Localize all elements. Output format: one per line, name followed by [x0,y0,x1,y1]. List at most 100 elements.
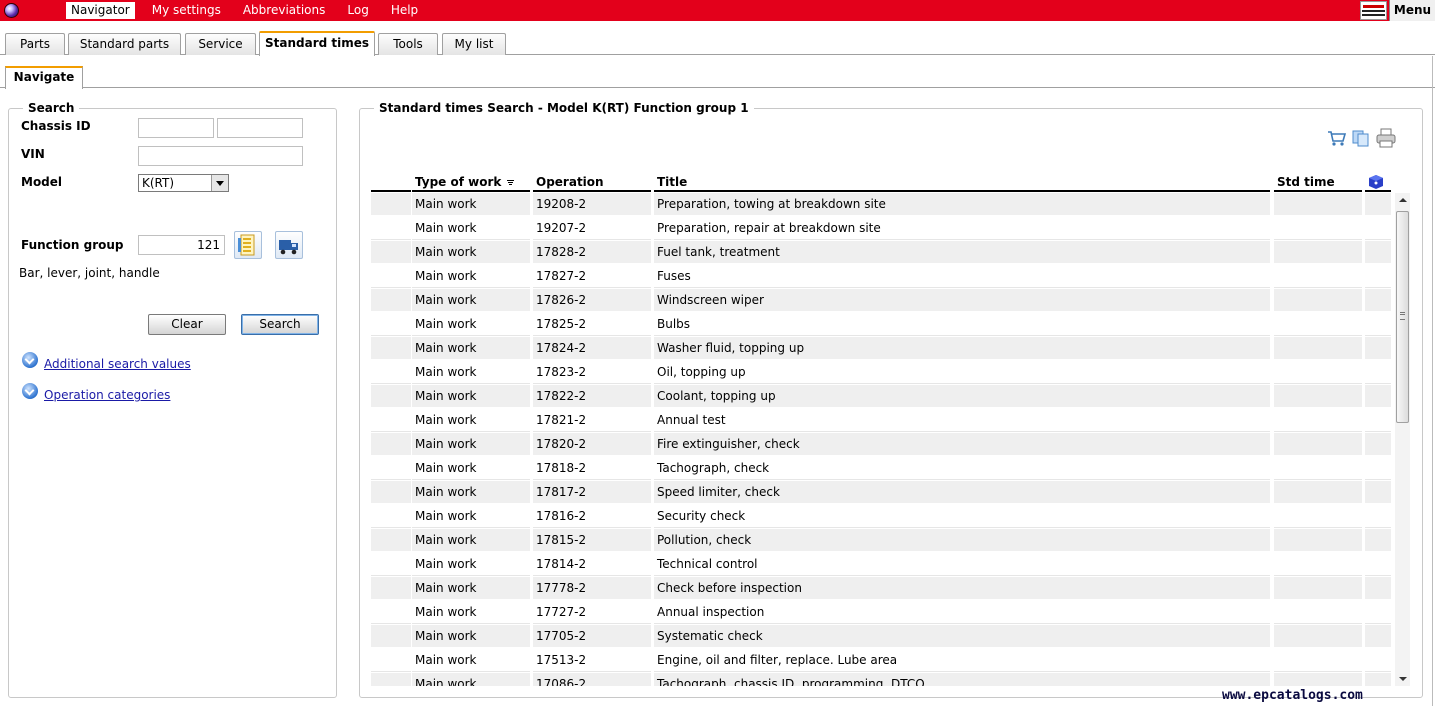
row-blank-cell [371,337,411,360]
table-row[interactable]: Main work 17826-2 Windscreen wiper [371,289,1391,313]
function-group-tree-button[interactable] [234,231,262,259]
chevron-down-icon[interactable] [211,175,228,191]
results-scrollbar[interactable] [1395,193,1410,686]
std-time-cell [1274,337,1362,360]
std-time-cell [1274,313,1362,336]
table-row[interactable]: Main work 17778-2 Check before inspection [371,577,1391,601]
menu-button[interactable]: Menu [1389,0,1435,21]
table-row[interactable]: Main work 17828-2 Fuel tank, treatment [371,241,1391,265]
cart-icon[interactable] [1327,128,1347,148]
operation-cell: 17727-2 [533,601,651,624]
type-of-work-cell: Main work [412,217,530,240]
topnav-navigator[interactable]: Navigator [66,2,135,19]
std-time-cell [1274,601,1362,624]
table-row[interactable]: Main work 17824-2 Washer fluid, topping up [371,337,1391,361]
subtab-navigate[interactable]: Navigate [5,66,83,89]
header-info[interactable] [1365,172,1391,192]
operation-cell: 19208-2 [533,193,651,216]
row-info-cell [1365,241,1391,264]
table-row[interactable]: Main work 17825-2 Bulbs [371,313,1391,337]
sort-icon [506,179,514,185]
topnav-my-settings[interactable]: My settings [147,2,226,19]
app-globe-icon[interactable] [4,3,19,18]
table-row[interactable]: Main work 17827-2 Fuses [371,265,1391,289]
tab-standard-parts[interactable]: Standard parts [68,33,181,55]
topnav-help[interactable]: Help [386,2,423,19]
search-button[interactable]: Search [241,314,319,335]
row-blank-cell [371,553,411,576]
table-row[interactable]: Main work 17815-2 Pollution, check [371,529,1391,553]
clear-button[interactable]: Clear [148,314,226,335]
table-row[interactable]: Main work 17823-2 Oil, topping up [371,361,1391,385]
topnav-log[interactable]: Log [342,2,373,19]
table-row[interactable]: Main work 17727-2 Annual inspection [371,601,1391,625]
title-cell: Engine, oil and filter, replace. Lube ar… [654,649,1270,672]
header-std-time[interactable]: Std time [1274,172,1362,192]
header-type-of-work[interactable]: Type of work [412,172,530,192]
operation-cell: 17822-2 [533,385,651,408]
std-time-cell [1274,241,1362,264]
type-of-work-cell: Main work [412,577,530,600]
std-time-cell [1274,385,1362,408]
row-info-cell [1365,577,1391,600]
model-select[interactable]: K(RT) [138,174,229,192]
chassis-id-input-1[interactable] [138,118,214,138]
tab-service[interactable]: Service [185,33,256,55]
table-row[interactable]: Main work 17822-2 Coolant, topping up [371,385,1391,409]
operation-categories-row[interactable]: Operation categories [22,380,170,402]
table-row[interactable]: Main work 17086-2 Tachograph, chassis ID, … [371,673,1391,686]
tab-standard-times[interactable]: Standard times [259,31,375,56]
expand-icon[interactable] [22,383,38,399]
table-row[interactable]: Main work 17513-2 Engine, oil and filter, … [371,649,1391,673]
vehicle-select-button[interactable] [275,231,303,259]
type-of-work-cell: Main work [412,649,530,672]
type-of-work-cell: Main work [412,409,530,432]
scroll-thumb[interactable] [1396,211,1409,423]
vin-input[interactable] [138,146,303,166]
title-cell: Tachograph, chassis ID, programming, DTC… [654,673,1270,686]
table-row[interactable]: Main work 19207-2 Preparation, repair at b… [371,217,1391,241]
model-select-value: K(RT) [142,176,175,190]
scroll-up-icon[interactable] [1395,193,1410,207]
chassis-id-input-2[interactable] [217,118,303,138]
table-row[interactable]: Main work 19208-2 Preparation, towing at b… [371,193,1391,217]
scroll-down-icon[interactable] [1395,672,1410,686]
function-group-description: Bar, lever, joint, handle [19,266,160,280]
table-row[interactable]: Main work 17821-2 Annual test [371,409,1391,433]
type-of-work-cell: Main work [412,385,530,408]
tab-tools[interactable]: Tools [378,33,438,55]
row-info-cell [1365,529,1391,552]
print-icon[interactable] [1375,128,1396,148]
type-of-work-cell: Main work [412,337,530,360]
title-cell: Coolant, topping up [654,385,1270,408]
right-border [1432,56,1433,706]
header-operation[interactable]: Operation [533,172,651,192]
folder-tree-icon [238,234,255,256]
topnav-abbreviations[interactable]: Abbreviations [238,2,331,19]
operation-cell: 17828-2 [533,241,651,264]
table-row[interactable]: Main work 17817-2 Speed limiter, check [371,481,1391,505]
table-row[interactable]: Main work 17816-2 Security check [371,505,1391,529]
header-title[interactable]: Title [654,172,1270,192]
std-time-cell [1274,505,1362,528]
table-row[interactable]: Main work 17814-2 Technical control [371,553,1391,577]
operation-categories-link[interactable]: Operation categories [44,388,170,402]
row-blank-cell [371,241,411,264]
additional-search-values-row[interactable]: Additional search values [22,349,191,371]
row-info-cell [1365,505,1391,528]
table-row[interactable]: Main work 17818-2 Tachograph, check [371,457,1391,481]
operation-cell: 17705-2 [533,625,651,648]
row-blank-cell [371,457,411,480]
function-group-input[interactable] [138,235,225,255]
table-row[interactable]: Main work 17705-2 Systematic check [371,625,1391,649]
std-time-cell [1274,361,1362,384]
row-info-cell [1365,481,1391,504]
tab-my-list[interactable]: My list [442,33,506,55]
row-blank-cell [371,217,411,240]
type-of-work-cell: Main work [412,457,530,480]
expand-icon[interactable] [22,352,38,368]
tab-parts[interactable]: Parts [5,33,65,55]
additional-search-values-link[interactable]: Additional search values [44,357,191,371]
copy-icon[interactable] [1351,128,1371,148]
table-row[interactable]: Main work 17820-2 Fire extinguisher, check [371,433,1391,457]
